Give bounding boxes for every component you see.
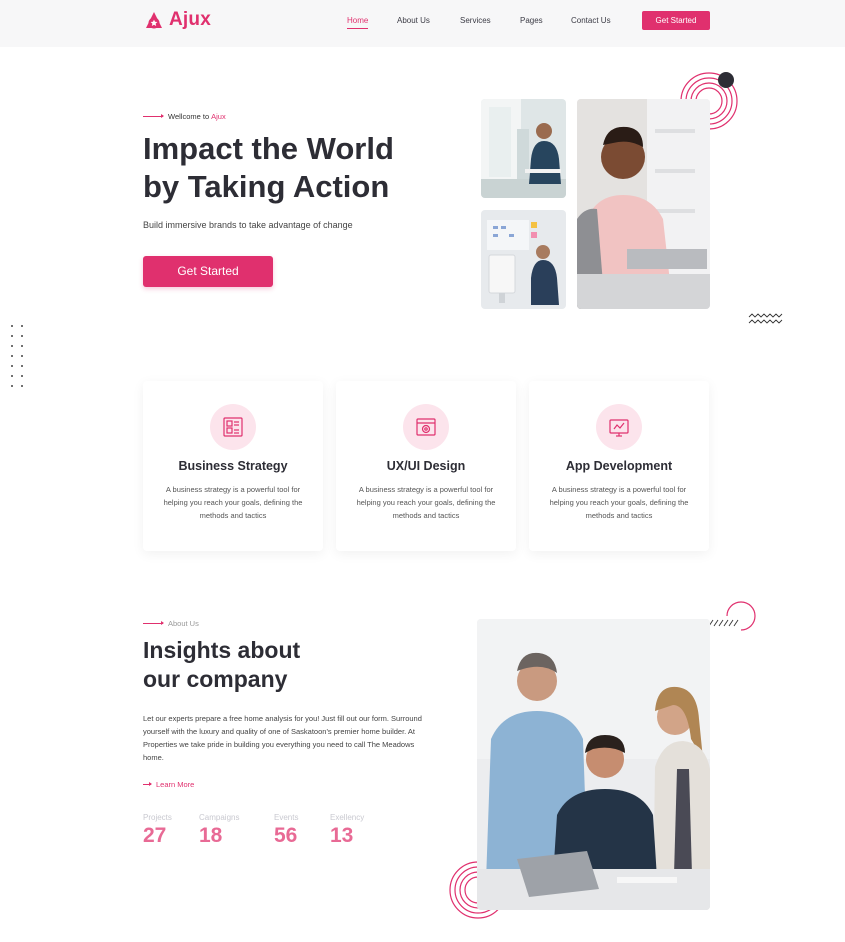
stat-label: Campaigns xyxy=(199,813,240,822)
arrow-line-icon xyxy=(143,621,164,625)
about-eyebrow-text: About Us xyxy=(168,619,199,628)
service-card-business-strategy[interactable]: Business Strategy A business strategy is… xyxy=(143,381,323,551)
about-paragraph: Let our experts prepare a free home anal… xyxy=(143,714,422,762)
eyebrow-text: Wellcome to xyxy=(168,112,210,121)
hero-title-line-2: by Taking Action xyxy=(143,169,390,204)
stat-exellency: Exellency 13 xyxy=(330,813,364,848)
nav-home[interactable]: Home xyxy=(347,16,369,29)
hero-title-line-1: Impact the World xyxy=(143,131,394,166)
learn-more-label: Learn More xyxy=(156,780,195,789)
hero-get-started-button[interactable]: Get Started xyxy=(143,256,273,287)
stat-value: 27 xyxy=(143,824,167,847)
stat-label: Exellency xyxy=(330,813,365,822)
top-navigation-bar: Ajux Home About Us Services Pages Contac… xyxy=(0,0,845,47)
nav-about-us[interactable]: About Us xyxy=(397,16,430,25)
nav-contact-us[interactable]: Contact Us xyxy=(571,16,611,25)
arrow-right-icon xyxy=(143,782,152,786)
stat-value: 18 xyxy=(199,824,223,847)
about-eyebrow: About Us xyxy=(143,619,199,628)
office-photo-small-2 xyxy=(481,210,566,309)
stat-label: Events xyxy=(274,813,299,822)
header-get-started-button[interactable]: Get Started xyxy=(642,11,710,30)
team-photo xyxy=(477,619,710,910)
about-title-line-2: our company xyxy=(143,666,288,692)
hero-eyebrow: Wellcome to Ajux xyxy=(143,112,226,121)
learn-more-link[interactable]: Learn More xyxy=(143,780,194,789)
stat-projects: Projects 27 xyxy=(143,813,172,848)
stat-value: 13 xyxy=(330,824,354,847)
nav-pages[interactable]: Pages xyxy=(520,16,543,25)
service-title: App Development xyxy=(565,459,673,473)
service-title: UX/UI Design xyxy=(386,459,466,473)
app-monitor-icon xyxy=(596,404,642,450)
stat-value: 56 xyxy=(274,824,298,847)
hero-subtitle: Build immersive brands to take advantage… xyxy=(143,220,353,230)
dots-decoration-icon xyxy=(11,325,23,387)
nav-services[interactable]: Services xyxy=(460,16,491,25)
man-at-laptop-photo xyxy=(577,99,710,309)
zigzag-decoration-icon xyxy=(748,313,783,324)
stat-label: Projects xyxy=(143,813,172,822)
service-title: Business Strategy xyxy=(178,459,288,473)
service-card-ux-ui-design[interactable]: UX/UI Design A business strategy is a po… xyxy=(336,381,516,551)
brand-name: Ajux xyxy=(169,9,211,30)
strategy-board-icon xyxy=(210,404,256,450)
arrow-line-icon xyxy=(143,114,164,118)
service-description: A business strategy is a powerful tool f… xyxy=(549,485,689,520)
eyebrow-brand: Ajux xyxy=(211,112,226,121)
about-title: Insights about our company xyxy=(143,636,363,694)
brand-logo[interactable]: Ajux xyxy=(143,9,211,31)
logo-mark-icon xyxy=(146,12,162,29)
hero-title: Impact the World by Taking Action xyxy=(143,130,443,206)
half-circle-hatch-decoration-icon xyxy=(708,601,756,631)
design-window-icon xyxy=(403,404,449,450)
service-description: A business strategy is a powerful tool f… xyxy=(163,485,303,520)
office-photo-small-1 xyxy=(481,99,566,198)
stat-events: Events 56 xyxy=(274,813,298,848)
stat-campaigns: Campaigns 18 xyxy=(199,813,239,848)
service-description: A business strategy is a powerful tool f… xyxy=(356,485,496,520)
about-title-line-1: Insights about xyxy=(143,637,301,663)
service-card-app-development[interactable]: App Development A business strategy is a… xyxy=(529,381,709,551)
